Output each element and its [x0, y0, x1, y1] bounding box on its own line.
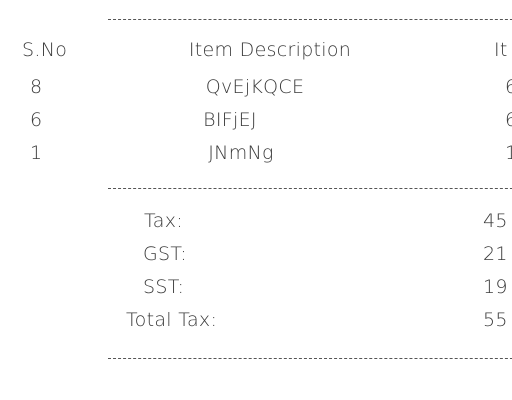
item-value: 6	[505, 109, 512, 131]
header-description: Item Description	[188, 39, 352, 61]
sst-value: 19	[483, 276, 508, 298]
gst-label: GST:	[143, 243, 187, 265]
gst-value: 21	[483, 243, 508, 265]
header-item-col: It	[494, 39, 508, 61]
separator-bottom	[108, 358, 512, 359]
item-value: 1	[505, 142, 512, 164]
total-tax-label: Total Tax:	[126, 309, 218, 331]
item-value: 6	[505, 76, 512, 98]
separator-top	[108, 19, 512, 20]
item-description: QvEjKQCE	[205, 76, 305, 98]
separator-middle	[108, 188, 512, 189]
item-description: JNmNg	[208, 142, 274, 164]
tax-value: 45	[483, 210, 508, 232]
tax-label: Tax:	[144, 210, 183, 232]
item-description: BIFjEJ	[203, 109, 257, 131]
item-sno: 8	[30, 76, 43, 98]
total-tax-value: 55	[483, 309, 508, 331]
sst-label: SST:	[143, 276, 185, 298]
header-sno: S.No	[22, 39, 68, 61]
item-sno: 1	[30, 142, 43, 164]
item-sno: 6	[30, 109, 43, 131]
